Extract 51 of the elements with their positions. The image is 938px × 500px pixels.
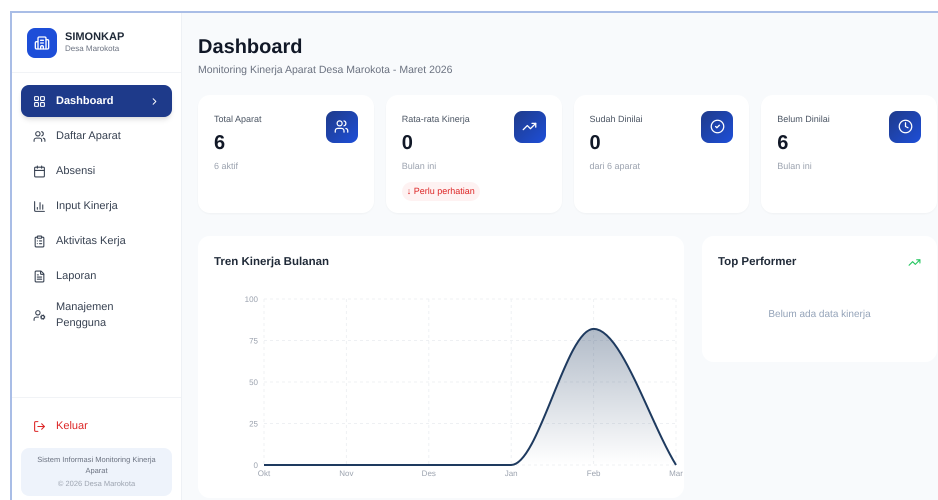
stat-value: 6 (214, 131, 226, 156)
page-title: Dashboard (198, 35, 304, 59)
bar-chart-icon (33, 200, 46, 212)
nav-item[interactable]: Input Kinerja (21, 190, 172, 222)
users-icon (326, 110, 358, 143)
nav-item[interactable]: Dashboard (21, 85, 172, 117)
stat-label: Total Aparat (214, 112, 263, 126)
x-tick-label: Feb (586, 469, 600, 478)
user-gear-icon (33, 308, 46, 322)
stat-label: Sudah Dinilai (590, 112, 644, 126)
x-tick-label: Jan (504, 469, 518, 478)
stat-note: Bulan ini (402, 160, 438, 174)
logo-icon (27, 28, 57, 58)
grid-icon (33, 94, 46, 108)
stat-note: 6 aktif (214, 160, 240, 174)
clipboard-icon (33, 234, 46, 248)
warning-badge: ↓ Perlu perhatian (402, 182, 480, 202)
y-tick-label: 25 (249, 420, 258, 428)
x-tick-label: Mar (669, 469, 683, 478)
brand-name: SIMONKAP (65, 30, 124, 44)
stat-label: Rata-rata Kinerja (402, 112, 471, 126)
stat-value: 0 (590, 131, 602, 156)
nav-item[interactable]: Aktivitas Kerja (21, 225, 172, 257)
stat-label: Belum Dinilai (777, 112, 831, 126)
stat-note: Bulan ini (777, 160, 813, 174)
y-tick-label: 75 (249, 336, 258, 346)
page-subtitle: Monitoring Kinerja Aparat Desa Marokota - Maret 2026 (198, 63, 454, 78)
clock-icon (889, 110, 921, 143)
stat-value: 6 (777, 131, 790, 156)
trend-up-icon (514, 110, 546, 143)
empty-message: Belum ada data kinerja (768, 308, 871, 322)
logout-button[interactable]: Keluar (21, 414, 172, 438)
document-icon (33, 270, 46, 282)
y-tick-label: 100 (244, 295, 258, 304)
card-title: Tren Kinerja Bulanan (214, 254, 330, 270)
card-title: Top Performer (718, 254, 796, 270)
y-tick-label: 0 (254, 461, 258, 470)
nav-item[interactable]: Manajemen Pengguna (21, 295, 172, 335)
x-tick-label: Okt (258, 469, 270, 478)
nav-item[interactable]: Absensi (21, 155, 172, 187)
brand-subtitle: Desa Marokota (65, 44, 120, 54)
x-tick-label: Des (422, 469, 436, 478)
calendar-icon (33, 164, 46, 178)
users-icon (33, 130, 46, 142)
logout-icon (33, 420, 46, 432)
stat-value: 0 (402, 131, 414, 156)
y-tick-label: 50 (249, 378, 258, 387)
x-tick-label: Nov (339, 469, 354, 478)
stat-note: dari 6 aparat (590, 160, 642, 174)
nav-item[interactable]: Daftar Aparat (21, 120, 172, 152)
nav-item[interactable]: Laporan (21, 260, 172, 292)
